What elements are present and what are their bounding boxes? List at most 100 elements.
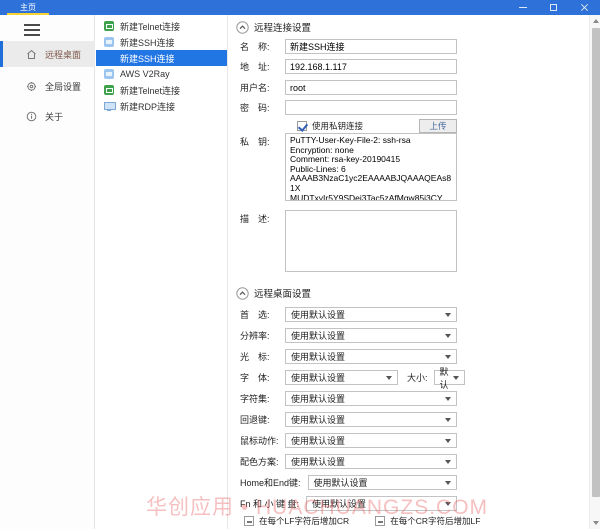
mouse-action-select[interactable]: 使用默认设置 [285, 433, 457, 448]
maximize-icon [550, 4, 557, 11]
name-input[interactable] [285, 39, 457, 54]
gear-icon [26, 81, 37, 92]
minimize-button[interactable] [507, 0, 538, 15]
chevron-down-icon [445, 460, 451, 464]
font-size-select[interactable]: 默认 [434, 370, 465, 385]
maximize-button[interactable] [538, 0, 569, 15]
charset-select[interactable]: 使用默认设置 [285, 391, 457, 406]
font-label: 字 体: [240, 371, 285, 384]
sidebar-item-remote-desktop[interactable]: 远程桌面 [0, 41, 95, 67]
telnet-icon [104, 85, 114, 95]
resolution-label: 分辨率: [240, 329, 285, 342]
sidebar-item-label: 远程桌面 [45, 48, 81, 61]
chevron-down-icon [445, 313, 451, 317]
fn-keypad-select[interactable]: 使用默认设置 [306, 496, 457, 511]
list-item-label: AWS V2Ray [120, 69, 170, 79]
list-item-ssh-1[interactable]: 新建SSH连接 [96, 34, 227, 50]
title-bar: 主页 [0, 0, 600, 15]
cr-add-lf-option: 在每个CR字符后增加LF [375, 515, 480, 527]
mouse-action-label: 鼠标动作: [240, 434, 285, 447]
section-title: 远程桌面设置 [254, 286, 311, 300]
fn-keypad-row: Fn 和 小 键 盘: 使用默认设置 [240, 493, 457, 514]
list-item-label: 新建RDP连接 [120, 100, 175, 113]
list-item-telnet-2[interactable]: 新建Telnet连接 [96, 82, 227, 98]
private-key-label: 私 钥: [240, 133, 285, 148]
collapse-icon[interactable] [236, 21, 249, 34]
cursor-select[interactable]: 使用默认设置 [285, 349, 457, 364]
description-textarea[interactable] [285, 210, 457, 272]
chevron-down-icon [445, 355, 451, 359]
mouse-action-row: 鼠标动作: 使用默认设置 [240, 430, 457, 451]
list-item-label: 新建SSH连接 [120, 36, 175, 49]
lf-add-cr-checkbox[interactable] [244, 516, 254, 526]
collapse-icon[interactable] [236, 287, 249, 300]
password-input[interactable] [285, 100, 457, 115]
scrollbar-thumb[interactable] [592, 28, 600, 497]
lf-add-cr-option: 在每个LF字符后增加CR [244, 515, 349, 527]
window-controls [507, 0, 600, 15]
desktop-settings-rows: 首 选: 使用默认设置 分辨率: 使用默认设置 光 标: 使用默认设置 字 体:… [240, 304, 457, 514]
list-item-aws-v2ray[interactable]: AWS V2Ray [96, 66, 227, 82]
sidebar-item-label: 关于 [45, 110, 63, 123]
charset-label: 字符集: [240, 392, 285, 405]
sidebar: 远程桌面 全局设置 关于 [0, 15, 95, 529]
font-row: 字 体: 使用默认设置 大小: 默认 [240, 367, 457, 388]
private-key-toggle-row: 使用私钥连接 上传 [297, 119, 457, 133]
cr-add-lf-checkbox[interactable] [375, 516, 385, 526]
preference-select[interactable]: 使用默认设置 [285, 307, 457, 322]
home-icon [26, 49, 37, 60]
chevron-down-icon [445, 439, 451, 443]
close-button[interactable] [569, 0, 600, 15]
color-scheme-row: 配色方案: 使用默认设置 [240, 451, 457, 472]
list-item-rdp[interactable]: 新建RDP连接 [96, 98, 227, 114]
lf-add-cr-label: 在每个LF字符后增加CR [259, 515, 349, 527]
ssh-icon [104, 69, 114, 79]
color-scheme-select[interactable]: 使用默认设置 [285, 454, 457, 469]
password-row: 密 码: [240, 100, 457, 115]
use-private-key-checkbox[interactable] [297, 121, 307, 131]
section-header-connection: 远程连接设置 [236, 20, 311, 34]
ssh-icon [104, 53, 114, 63]
vertical-scrollbar[interactable] [589, 15, 600, 529]
section-header-desktop: 远程桌面设置 [236, 286, 311, 300]
resolution-select[interactable]: 使用默认设置 [285, 328, 457, 343]
cursor-label: 光 标: [240, 350, 285, 363]
sidebar-item-global-settings[interactable]: 全局设置 [0, 73, 95, 99]
ssh-icon [104, 37, 114, 47]
description-label: 描 述: [240, 210, 285, 225]
settings-form: 远程连接设置 名 称: 地 址: 用户名: 密 码: 使用私钥连接 上传 私 钥… [228, 15, 588, 529]
arrow-down-icon [593, 521, 599, 525]
private-key-textarea[interactable]: PuTTY-User-Key-File-2: ssh-rsa Encryptio… [285, 133, 457, 201]
password-label: 密 码: [240, 101, 285, 114]
use-private-key-label: 使用私钥连接 [312, 120, 363, 132]
section-title: 远程连接设置 [254, 20, 311, 34]
name-label: 名 称: [240, 40, 285, 53]
preference-label: 首 选: [240, 308, 285, 321]
upload-button[interactable]: 上传 [419, 119, 457, 133]
app-window: 主页 远程桌面 全局设置 关于 [0, 0, 600, 529]
scroll-up-button[interactable] [590, 15, 600, 27]
preference-row: 首 选: 使用默认设置 [240, 304, 457, 325]
name-row: 名 称: [240, 39, 457, 54]
list-item-label: 新建Telnet连接 [120, 20, 180, 33]
list-item-telnet-1[interactable]: 新建Telnet连接 [96, 18, 227, 34]
home-end-select[interactable]: 使用默认设置 [308, 475, 457, 490]
private-key-row: 私 钥: PuTTY-User-Key-File-2: ssh-rsa Encr… [240, 133, 457, 201]
sidebar-item-about[interactable]: 关于 [0, 103, 95, 129]
sidebar-item-label: 全局设置 [45, 80, 81, 93]
backspace-select[interactable]: 使用默认设置 [285, 412, 457, 427]
address-input[interactable] [285, 59, 457, 74]
username-row: 用户名: [240, 80, 457, 95]
list-item-label: 新建Telnet连接 [120, 84, 180, 97]
chevron-down-icon [445, 481, 451, 485]
color-scheme-label: 配色方案: [240, 455, 285, 468]
chevron-down-icon [386, 376, 392, 380]
arrow-up-icon [593, 19, 599, 23]
font-select[interactable]: 使用默认设置 [285, 370, 398, 385]
list-item-ssh-2-selected[interactable]: 新建SSH连接 [96, 50, 227, 66]
username-input[interactable] [285, 80, 457, 95]
backspace-label: 回退键: [240, 413, 285, 426]
fn-keypad-label: Fn 和 小 键 盘: [240, 497, 299, 510]
scroll-down-button[interactable] [590, 517, 600, 529]
menu-toggle-button[interactable] [24, 24, 40, 36]
